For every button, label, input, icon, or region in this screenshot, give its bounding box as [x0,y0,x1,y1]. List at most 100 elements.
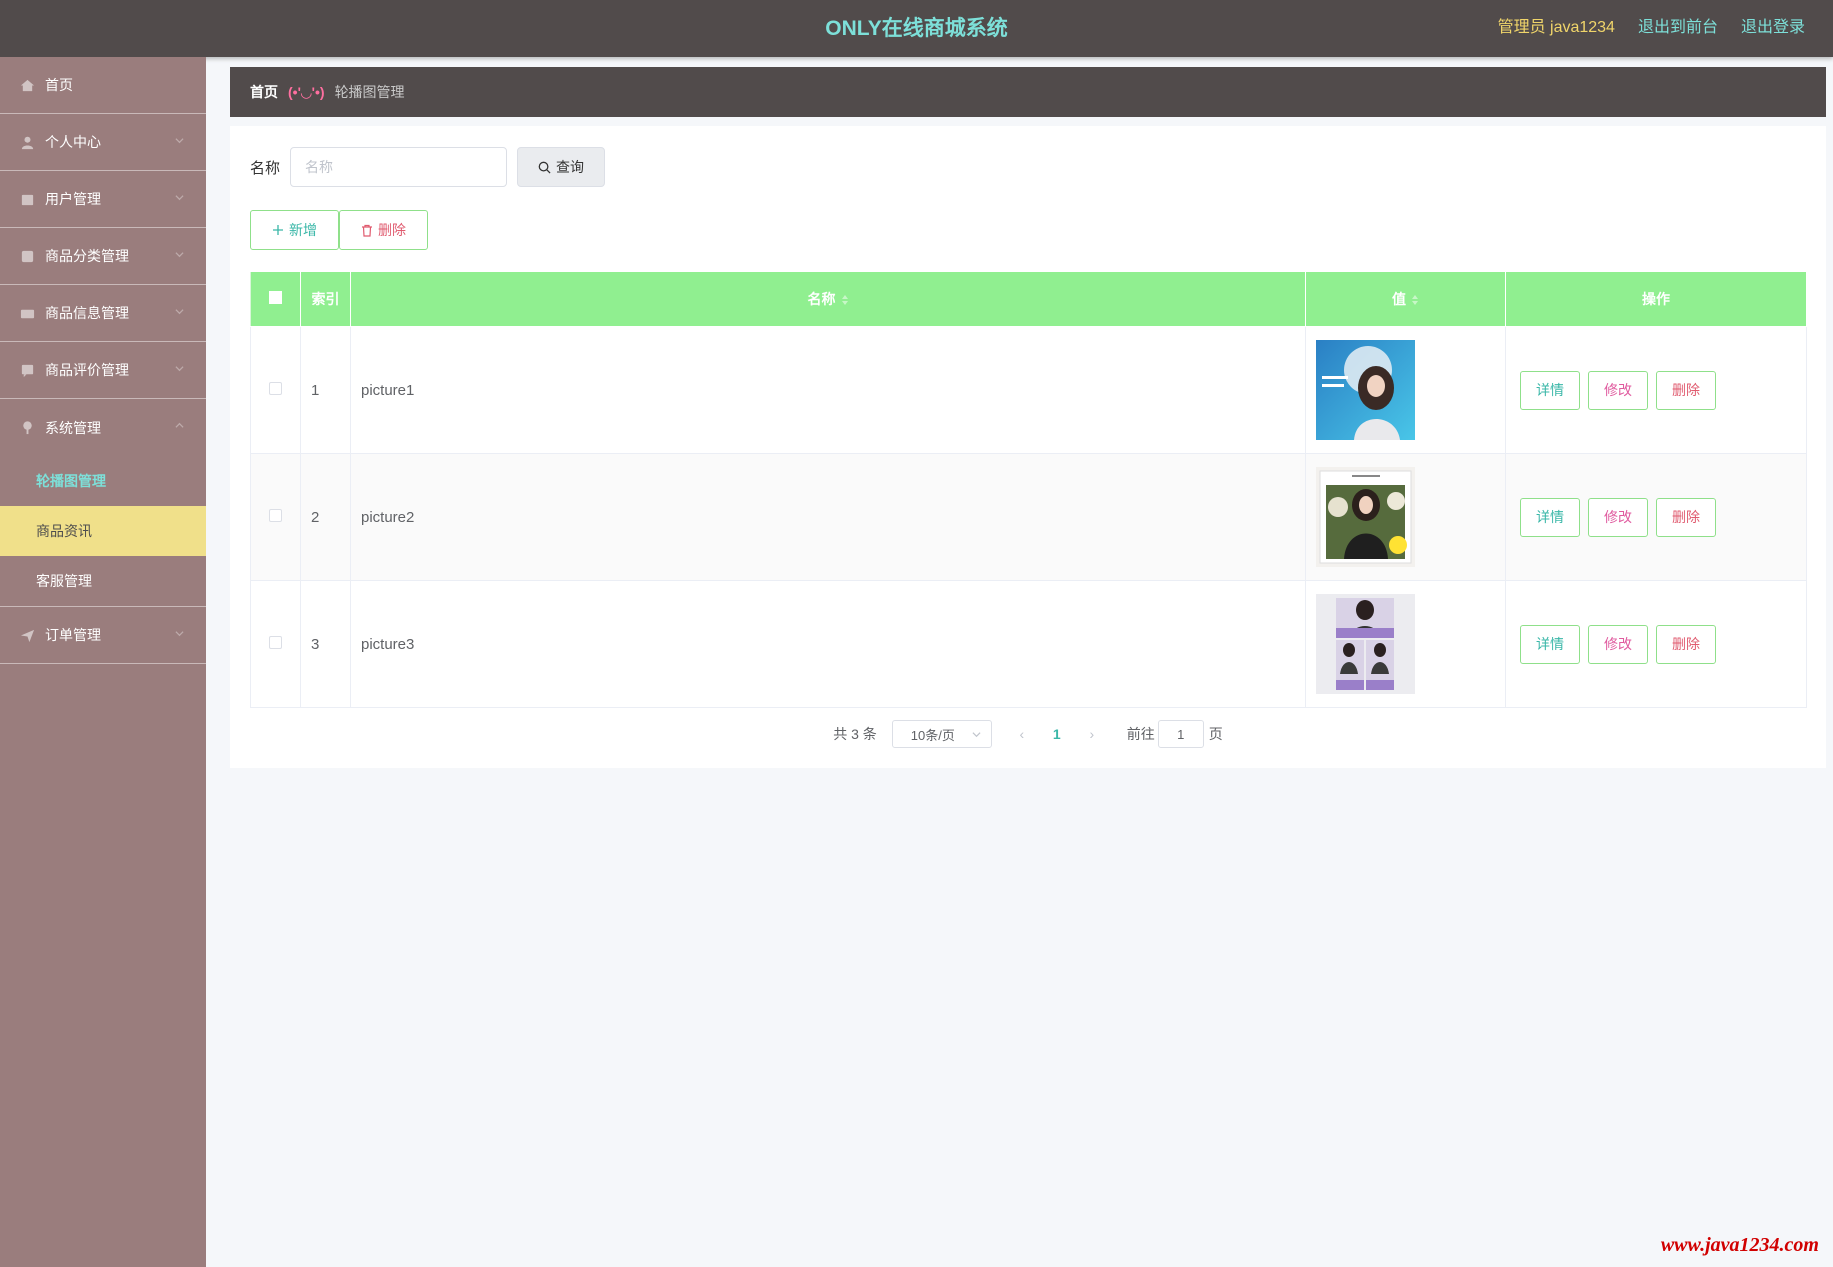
row-checkbox[interactable] [269,381,282,395]
row-name: picture1 [350,326,1306,454]
watermark: www.java1234.com [1660,1234,1819,1256]
sidebar-item-profile[interactable]: 个人中心 [0,114,206,171]
page-number-current[interactable]: 1 [1037,726,1077,742]
detail-button[interactable]: 详情 [1520,497,1580,537]
home-icon [20,78,35,93]
sort-icon[interactable] [1411,295,1419,306]
next-page-button[interactable]: › [1077,726,1107,742]
chevron-up-icon [175,422,184,428]
row-name: picture2 [350,453,1306,581]
row-name: picture3 [350,580,1306,708]
goto-page-input[interactable] [1157,720,1204,748]
prev-page-button[interactable]: ‹ [1007,726,1037,742]
sidebar-item-orders[interactable]: 订单管理 [0,607,206,664]
breadcrumb-current: 轮播图管理 [334,84,405,100]
table-row: 3 picture3 详情 修改 删除 [250,580,1807,708]
header-ops: 操作 [1505,271,1807,327]
row-checkbox[interactable] [269,635,282,649]
delete-button-label: 删除 [378,222,406,238]
action-bar: 新增 删除 [250,210,428,250]
order-icon [20,628,35,643]
sidebar-item-label: 系统管理 [45,419,101,436]
row-ops-cell: 详情 修改 删除 [1505,326,1807,454]
select-all-header [250,271,301,327]
system-icon [20,420,35,435]
back-to-front-link[interactable]: 退出到前台 [1638,0,1718,55]
chevron-down-icon [175,309,184,315]
sidebar-subitem-news[interactable]: 商品资讯 [0,506,206,556]
edit-button[interactable]: 修改 [1588,497,1648,537]
row-checkbox[interactable] [269,508,282,522]
sidebar-subitem-banner[interactable]: 轮播图管理 [0,456,206,506]
search-label: 名称 [250,159,281,177]
table-header-row: 索引 名称 值 操作 [250,271,1807,327]
sidebar-item-label: 订单管理 [45,627,101,643]
row-ops-cell: 详情 修改 删除 [1505,580,1807,708]
system-submenu: 轮播图管理 商品资讯 客服管理 [0,456,206,607]
select-all-checkbox[interactable] [269,291,282,304]
search-button[interactable]: 查询 [517,147,605,187]
header-name[interactable]: 名称 [350,271,1306,327]
search-bar: 名称 查询 [250,147,605,187]
sort-icon[interactable] [841,295,849,306]
row-index: 2 [300,453,351,581]
table-row: 2 picture2 详情 修改 删除 [250,453,1807,581]
row-image-cell [1305,326,1506,454]
chevron-down-icon [175,631,184,637]
delete-button[interactable]: 删除 [1656,624,1716,664]
sidebar-item-category[interactable]: 商品分类管理 [0,228,206,285]
breadcrumb-separator: (•'◡'•) [288,83,325,100]
table-row: 1 picture1 详情 修改 删除 [250,326,1807,454]
chevron-down-icon [972,731,981,737]
page-size-select[interactable]: 10条/页 [891,720,992,748]
edit-button[interactable]: 修改 [1588,370,1648,410]
breadcrumb-home[interactable]: 首页 [250,82,278,102]
row-image-cell [1305,453,1506,581]
breadcrumb: 首页 (•'◡'•) 轮播图管理 [230,67,1826,117]
sidebar-item-goods[interactable]: 商品信息管理 [0,285,206,342]
sidebar-item-label: 用户管理 [45,191,101,207]
delete-button[interactable]: 删除 [1656,370,1716,410]
users-icon [20,192,35,207]
sidebar-subitem-service[interactable]: 客服管理 [0,556,206,606]
sidebar-item-label: 首页 [45,77,73,93]
logout-link[interactable]: 退出登录 [1741,0,1805,55]
row-image-cell [1305,580,1506,708]
goods-icon [20,306,35,321]
banner-thumbnail[interactable] [1316,467,1415,567]
header-value[interactable]: 值 [1305,271,1506,327]
add-button[interactable]: 新增 [250,210,339,250]
sidebar: 首页 个人中心 用户管理 商品分类管理 商品信息管理 商品评价管理 系统管理 轮… [0,57,206,1267]
row-ops-cell: 详情 修改 删除 [1505,453,1807,581]
page-size-value: 10条/页 [910,727,955,743]
delete-button[interactable]: 删除 [1656,497,1716,537]
category-icon [20,249,35,264]
chevron-down-icon [175,195,184,201]
pagination-total: 共 3 条 [833,726,877,742]
banner-thumbnail[interactable] [1316,594,1415,694]
row-checkbox-cell [250,580,301,708]
page-suffix: 页 [1208,726,1223,742]
sidebar-item-system[interactable]: 系统管理 [0,399,206,456]
detail-button[interactable]: 详情 [1520,370,1580,410]
banner-table: 索引 名称 值 操作 1 picture1 详情 修改 删除 2 picture… [250,271,1807,708]
sidebar-item-reviews[interactable]: 商品评价管理 [0,342,206,399]
sidebar-item-home[interactable]: 首页 [0,57,206,114]
search-input[interactable] [290,147,507,187]
top-header: ONLY在线商城系统 管理员 java1234 退出到前台 退出登录 [0,0,1833,57]
pagination: 共 3 条 10条/页 ‹ 1 › 前往 页 [230,720,1826,748]
add-button-label: 新增 [289,222,317,238]
sidebar-item-label: 商品评价管理 [45,362,129,378]
sidebar-item-users[interactable]: 用户管理 [0,171,206,228]
header-name-label: 名称 [807,291,836,307]
chevron-down-icon [175,366,184,372]
search-icon [538,161,551,174]
edit-button[interactable]: 修改 [1588,624,1648,664]
batch-delete-button[interactable]: 删除 [339,210,428,250]
row-checkbox-cell [250,326,301,454]
chevron-down-icon [175,252,184,258]
search-button-label: 查询 [556,159,584,175]
detail-button[interactable]: 详情 [1520,624,1580,664]
row-index: 3 [300,580,351,708]
banner-thumbnail[interactable] [1316,340,1415,440]
